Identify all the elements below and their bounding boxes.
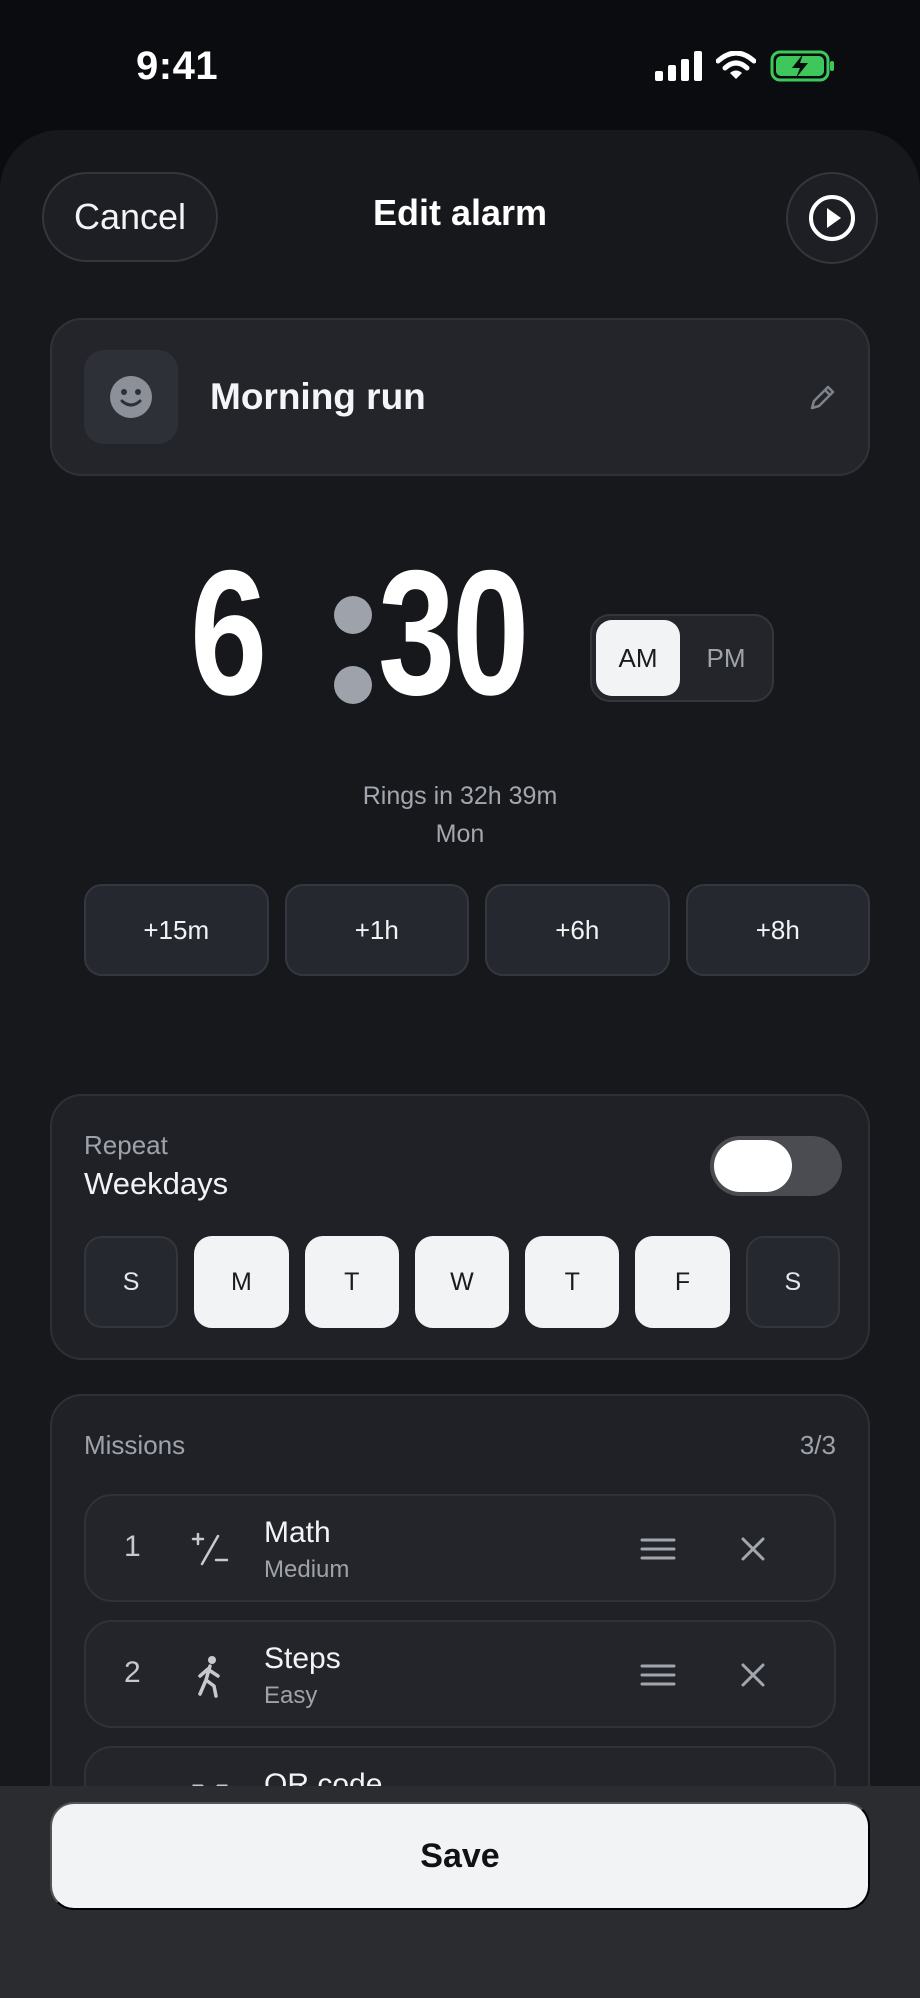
repeat-label: Repeat bbox=[84, 1130, 168, 1160]
quick-adjust-row: +15m +1h +6h +8h bbox=[84, 884, 870, 976]
am-pm-toggle[interactable]: AM PM bbox=[590, 614, 774, 702]
play-icon bbox=[809, 195, 855, 241]
mission-item[interactable]: 1 Math Medium bbox=[84, 1494, 836, 1602]
day-monday[interactable]: M bbox=[194, 1236, 289, 1328]
mission-level: Medium bbox=[264, 1556, 350, 1583]
pm-option[interactable]: PM bbox=[684, 620, 768, 696]
smiley-face-icon bbox=[110, 376, 152, 418]
bottom-action-bar: Save bbox=[0, 1786, 920, 1998]
quick-add-1h-button[interactable]: +1h bbox=[284, 884, 469, 976]
day-tuesday[interactable]: T bbox=[304, 1236, 399, 1328]
remove-mission-icon[interactable] bbox=[738, 1660, 768, 1690]
time-picker[interactable]: 6 30 bbox=[0, 544, 920, 722]
mission-item[interactable]: 2 Steps Easy bbox=[84, 1620, 836, 1728]
repeat-toggle[interactable] bbox=[710, 1136, 842, 1196]
mission-number: 1 bbox=[124, 1530, 141, 1563]
preview-alarm-button[interactable] bbox=[786, 172, 878, 264]
mission-level: Easy bbox=[264, 1682, 318, 1709]
time-separator bbox=[334, 596, 372, 704]
minute-value[interactable]: 30 bbox=[378, 544, 529, 722]
drag-handle-icon[interactable] bbox=[640, 1534, 676, 1564]
rings-day-text: Mon bbox=[435, 820, 485, 848]
battery-charging-icon bbox=[770, 50, 834, 82]
drag-handle-icon[interactable] bbox=[640, 1660, 676, 1690]
quick-add-8h-button[interactable]: +8h bbox=[685, 884, 870, 976]
repeat-card: Repeat Weekdays S M T W T F S bbox=[50, 1094, 870, 1360]
day-saturday[interactable]: S bbox=[745, 1236, 840, 1328]
day-thursday[interactable]: T bbox=[525, 1236, 620, 1328]
day-wednesday[interactable]: W bbox=[414, 1236, 510, 1328]
alarm-name-card[interactable]: Morning run bbox=[50, 318, 870, 476]
mission-number: 2 bbox=[124, 1656, 141, 1689]
missions-label: Missions bbox=[84, 1430, 186, 1460]
weekday-selector: S M T W T F S bbox=[84, 1236, 840, 1328]
status-icons bbox=[655, 50, 836, 82]
toggle-knob bbox=[714, 1140, 792, 1192]
status-bar: 9:41 bbox=[0, 0, 920, 130]
rings-in-text: Rings in 32h 39m bbox=[362, 782, 558, 810]
mission-name: Math bbox=[264, 1516, 331, 1549]
day-friday[interactable]: F bbox=[635, 1236, 730, 1328]
remove-mission-icon[interactable] bbox=[738, 1534, 768, 1564]
cellular-signal-icon bbox=[655, 51, 702, 81]
am-option[interactable]: AM bbox=[596, 620, 680, 696]
save-button[interactable]: Save bbox=[50, 1802, 870, 1910]
edit-alarm-sheet: Cancel Edit alarm Morning run 6 30 AM PM… bbox=[0, 130, 920, 1998]
hour-value[interactable]: 6 bbox=[190, 544, 267, 722]
walking-icon bbox=[186, 1652, 234, 1700]
alarm-emoji-avatar[interactable] bbox=[84, 350, 178, 444]
pencil-edit-icon[interactable] bbox=[806, 382, 838, 414]
alarm-name-label: Morning run bbox=[210, 376, 426, 417]
quick-add-6h-button[interactable]: +6h bbox=[485, 884, 670, 976]
repeat-value: Weekdays bbox=[84, 1166, 229, 1201]
quick-add-15m-button[interactable]: +15m bbox=[84, 884, 269, 976]
wifi-icon bbox=[716, 51, 756, 79]
mission-name: Steps bbox=[264, 1642, 341, 1675]
missions-count: 3/3 bbox=[799, 1430, 836, 1460]
day-sunday[interactable]: S bbox=[84, 1236, 179, 1328]
plus-minus-icon bbox=[186, 1526, 234, 1574]
page-title: Edit alarm bbox=[372, 192, 548, 233]
status-time: 9:41 bbox=[136, 44, 219, 88]
